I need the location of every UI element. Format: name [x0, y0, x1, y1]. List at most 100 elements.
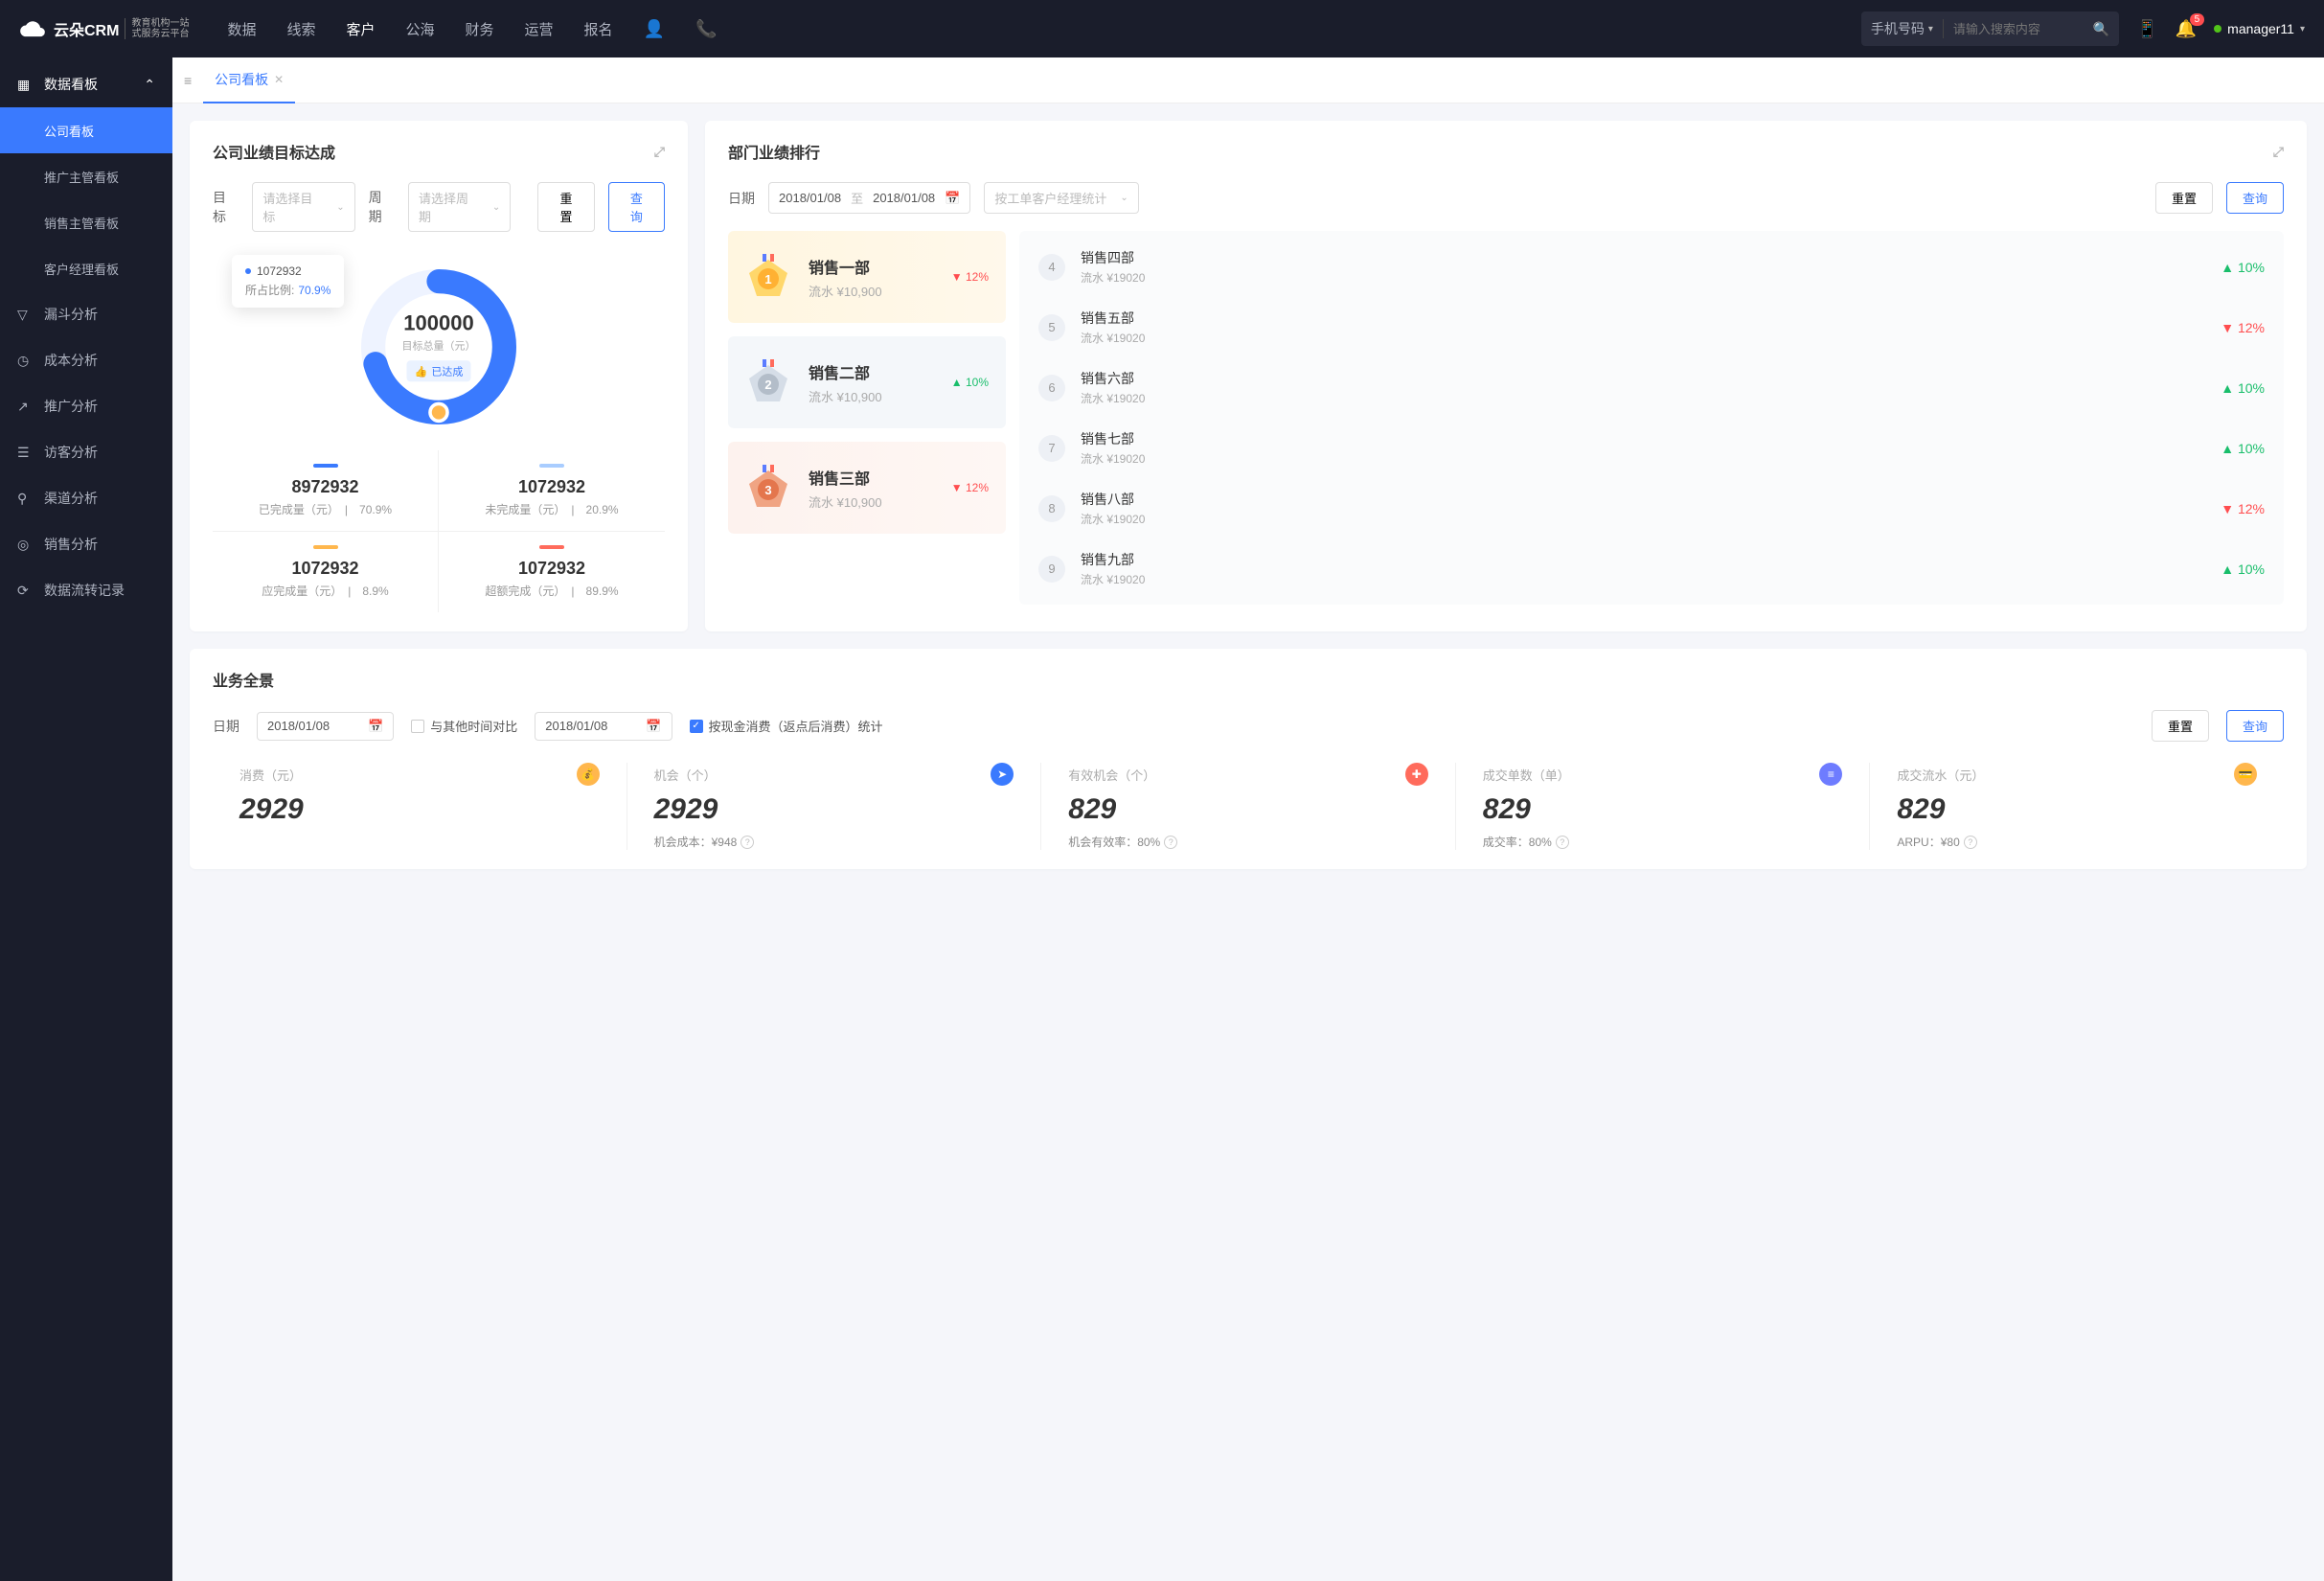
rank-list-item: 7销售七部流水 ¥19020▲ 10% — [1019, 418, 2284, 478]
username: manager11 — [2227, 21, 2294, 36]
overview-title: 业务全景 — [213, 668, 274, 691]
topnav-item[interactable]: 报名 — [584, 19, 613, 39]
trend-indicator: ▲ 10% — [2221, 380, 2265, 396]
topnav-icon[interactable]: 👤 — [644, 19, 665, 39]
label-date: 日期 — [728, 189, 755, 208]
help-icon[interactable]: ? — [1964, 836, 1977, 849]
search-box[interactable]: 手机号码▾ 🔍 — [1861, 11, 2119, 46]
topnav-icon[interactable]: 📞 — [695, 19, 717, 39]
compare-checkbox[interactable]: 与其他时间对比 — [411, 717, 517, 735]
sidebar-item[interactable]: ◎销售分析 — [0, 521, 172, 567]
chevron-up-icon: ⌃ — [144, 77, 155, 93]
label-period: 周期 — [369, 188, 395, 226]
kpi-card: 成交流水（元）💳829ARPU：¥80? — [1870, 763, 2284, 850]
menu-icon: ⚲ — [17, 491, 33, 507]
query-button[interactable]: 查询 — [608, 182, 665, 232]
trend-indicator: ▲ 10% — [951, 376, 989, 389]
sidebar-head-dashboard[interactable]: ▦数据看板 ⌃ — [0, 61, 172, 107]
expand-icon[interactable]: ⤢ — [654, 144, 665, 160]
user-menu[interactable]: manager11 ▾ — [2214, 21, 2305, 36]
tab-company-board[interactable]: 公司看板✕ — [203, 57, 295, 103]
date-range[interactable]: 2018/01/08至2018/01/08📅 — [768, 182, 970, 214]
topbar: 云朵CRM 教育机构一站式服务云平台 数据 线索 客户 公海 财务 运营 报名 👤 📞 手机号码… — [0, 0, 2324, 57]
phone-icon[interactable]: 📱 — [2136, 19, 2157, 39]
kpi-card: 机会（个）➤2929机会成本：¥948? — [627, 763, 1042, 850]
query-button[interactable]: 查询 — [2226, 710, 2284, 742]
help-icon[interactable]: ? — [1556, 836, 1569, 849]
trend-indicator: ▲ 10% — [2221, 260, 2265, 275]
calendar-icon: 📅 — [368, 719, 383, 734]
trend-indicator: ▲ 10% — [2221, 441, 2265, 456]
menu-icon: ↗ — [17, 399, 33, 415]
kpi-card: 消费（元）💰2929 — [213, 763, 627, 850]
rank-top-row: 3销售三部流水 ¥10,900▼ 12% — [728, 442, 1006, 534]
select-period[interactable]: 请选择周期⌄ — [408, 182, 511, 232]
trend-indicator: ▲ 10% — [2221, 561, 2265, 577]
svg-text:1: 1 — [764, 272, 771, 286]
menu-icon: ⟳ — [17, 583, 33, 599]
label-target: 目标 — [213, 188, 239, 226]
chevron-down-icon: ⌄ — [492, 202, 500, 213]
date-input-2[interactable]: 2018/01/08📅 — [535, 712, 672, 741]
brand-sub: 教育机构一站式服务云平台 — [125, 18, 189, 39]
help-icon[interactable]: ? — [1164, 836, 1177, 849]
sidebar-sub-item[interactable]: 公司看板 — [0, 107, 172, 153]
menu-icon: ◎ — [17, 537, 33, 553]
rank-top-row: 2销售二部流水 ¥10,900▲ 10% — [728, 336, 1006, 428]
expand-icon[interactable]: ⤢ — [2273, 144, 2284, 160]
chevron-down-icon: ⌄ — [336, 202, 344, 213]
sidebar-item[interactable]: ⚲渠道分析 — [0, 475, 172, 521]
sidebar-sub-item[interactable]: 推广主管看板 — [0, 153, 172, 199]
label-date: 日期 — [213, 717, 239, 736]
rank-list-item: 8销售八部流水 ¥19020▼ 12% — [1019, 478, 2284, 538]
trend-indicator: ▼ 12% — [2221, 320, 2265, 335]
sidebar-item[interactable]: ↗推广分析 — [0, 383, 172, 429]
reset-button[interactable]: 重置 — [2152, 710, 2209, 742]
collapse-icon[interactable]: ≡ — [184, 73, 192, 88]
notif-badge: 5 — [2190, 13, 2205, 26]
sidebar-item[interactable]: ▽漏斗分析 — [0, 291, 172, 337]
goal-stat: 1072932未完成量（元） | 20.9% — [439, 450, 665, 532]
sidebar-sub-item[interactable]: 客户经理看板 — [0, 245, 172, 291]
trend-indicator: ▼ 12% — [2221, 501, 2265, 516]
tabbar: ≡ 公司看板✕ — [172, 57, 2324, 103]
rank-list-item: 5销售五部流水 ¥19020▼ 12% — [1019, 297, 2284, 357]
menu-icon: ☰ — [17, 445, 33, 461]
reset-button[interactable]: 重置 — [537, 182, 594, 232]
donut-chart: 1072932 所占比例:70.9% 100000 目标总量（元） 👍已达成 — [213, 249, 665, 450]
rank-top-row: 1销售一部流水 ¥10,900▼ 12% — [728, 231, 1006, 323]
goal-stat: 1072932超额完成（元） | 89.9% — [439, 532, 665, 612]
topnav-item[interactable]: 客户 — [346, 19, 375, 39]
medal-icon: 3 — [745, 465, 791, 511]
search-type[interactable]: 手机号码▾ — [1871, 19, 1944, 38]
cash-stat-checkbox[interactable]: ✓按现金消费（返点后消费）统计 — [690, 717, 883, 735]
kpi-card: 成交单数（单）≡829成交率：80%? — [1456, 763, 1871, 850]
date-input-1[interactable]: 2018/01/08📅 — [257, 712, 394, 741]
select-stat-by[interactable]: 按工单客户经理统计⌄ — [984, 182, 1138, 214]
help-icon[interactable]: ? — [740, 836, 754, 849]
rank-list-item: 4销售四部流水 ¥19020▲ 10% — [1019, 237, 2284, 297]
menu-icon: ▽ — [17, 307, 33, 323]
goal-title: 公司业绩目标达成 — [213, 140, 335, 163]
topnav-item[interactable]: 公海 — [406, 19, 435, 39]
sidebar-sub-item[interactable]: 销售主管看板 — [0, 199, 172, 245]
query-button[interactable]: 查询 — [2226, 182, 2284, 214]
trend-indicator: ▼ 12% — [951, 270, 989, 284]
topnav-item[interactable]: 财务 — [466, 19, 494, 39]
status-dot — [2214, 25, 2221, 33]
sidebar-item[interactable]: ⟳数据流转记录 — [0, 567, 172, 613]
topnav-item[interactable]: 运营 — [525, 19, 554, 39]
topnav-item[interactable]: 数据 — [227, 19, 256, 39]
sidebar-item[interactable]: ◷成本分析 — [0, 337, 172, 383]
bell-icon[interactable]: 🔔5 — [2176, 19, 2197, 39]
search-input[interactable] — [1953, 22, 2087, 36]
close-icon[interactable]: ✕ — [274, 73, 284, 86]
goal-total: 100000 — [402, 310, 476, 335]
logo: 云朵CRM 教育机构一站式服务云平台 — [19, 15, 189, 42]
card-rank: 部门业绩排行⤢ 日期 2018/01/08至2018/01/08📅 按工单客户经… — [705, 121, 2307, 631]
select-target[interactable]: 请选择目标⌄ — [252, 182, 354, 232]
search-icon[interactable]: 🔍 — [2093, 21, 2109, 37]
topnav-item[interactable]: 线索 — [286, 19, 315, 39]
sidebar-item[interactable]: ☰访客分析 — [0, 429, 172, 475]
reset-button[interactable]: 重置 — [2155, 182, 2213, 214]
